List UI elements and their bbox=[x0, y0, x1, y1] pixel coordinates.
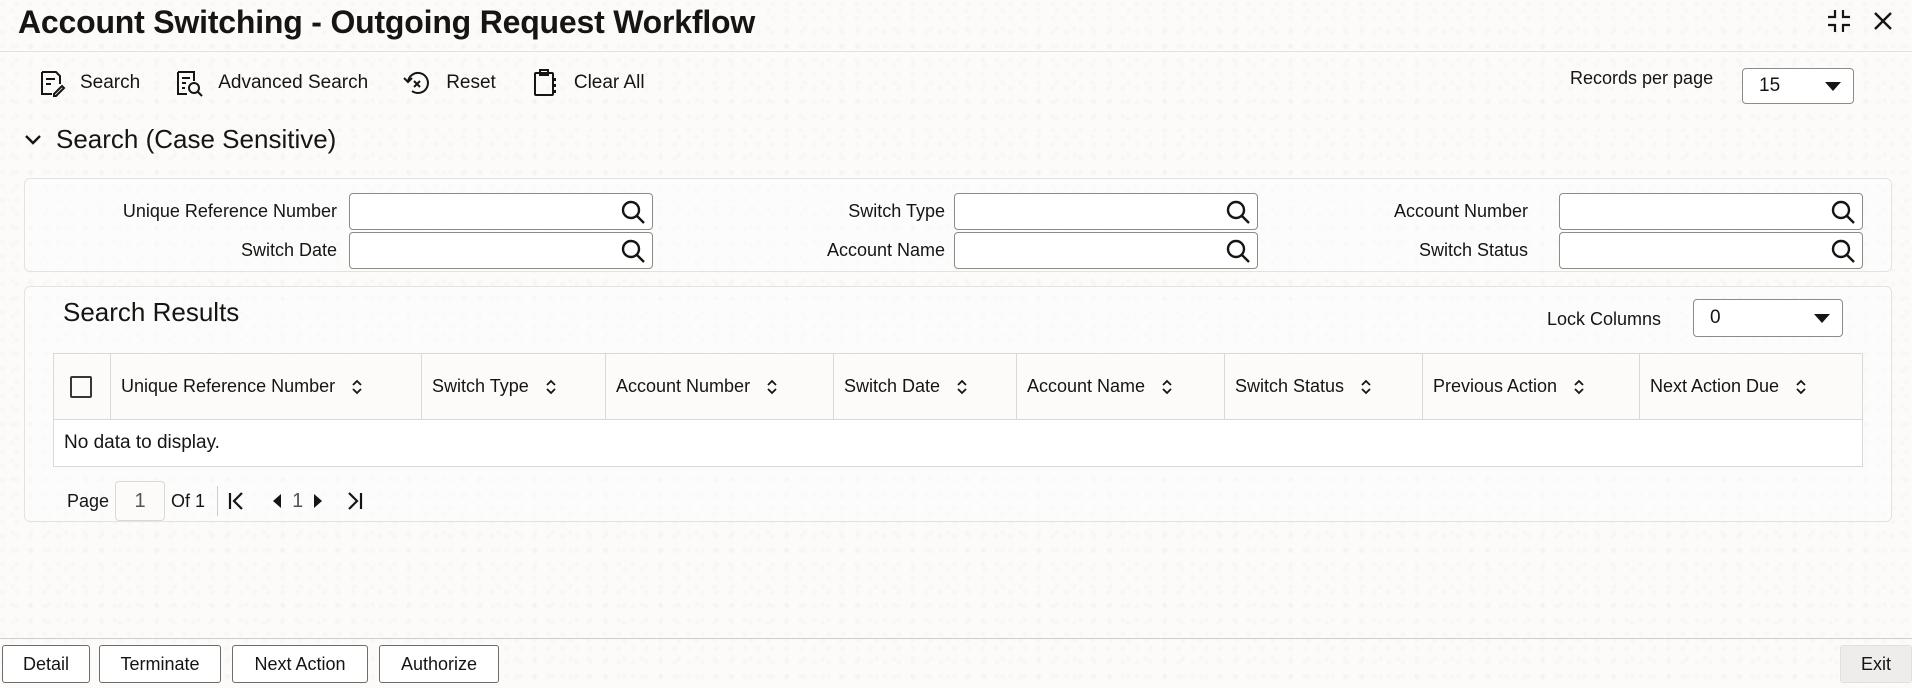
search-button-label: Search bbox=[80, 72, 141, 93]
search-button[interactable]: Search bbox=[36, 68, 140, 98]
search-results-title: Search Results bbox=[63, 297, 240, 327]
sort-icon[interactable] bbox=[1161, 378, 1173, 396]
reset-button[interactable]: Reset bbox=[402, 68, 496, 98]
search-icon[interactable] bbox=[1830, 199, 1856, 225]
page-label: Page bbox=[67, 490, 110, 511]
reset-icon bbox=[403, 72, 430, 94]
records-per-page-label: Records per page bbox=[1570, 68, 1714, 88]
select-all-checkbox[interactable] bbox=[70, 375, 92, 398]
column-header[interactable]: Switch Date bbox=[834, 354, 1017, 419]
previous-page-icon[interactable] bbox=[266, 490, 288, 512]
search-doc-icon bbox=[41, 71, 66, 97]
sort-icon[interactable] bbox=[766, 378, 778, 396]
column-header-label: Next Action Due bbox=[1650, 376, 1780, 396]
search-icon[interactable] bbox=[620, 238, 646, 264]
column-header[interactable]: Switch Status bbox=[1225, 354, 1423, 419]
column-header-label: Unique Reference Number bbox=[121, 376, 336, 396]
sort-icon[interactable] bbox=[351, 378, 363, 396]
toolbar: Search Advanced Search Reset Clear All bbox=[36, 64, 679, 102]
lock-columns-value: 0 bbox=[1710, 307, 1721, 328]
window-controls bbox=[1824, 6, 1898, 36]
lock-columns-select[interactable]: 0 bbox=[1693, 299, 1843, 337]
results-table: Unique Reference Number Switch Type Acco… bbox=[53, 353, 1863, 467]
switch-type-label: Switch Type bbox=[848, 201, 945, 221]
select-all-cell bbox=[54, 354, 111, 419]
column-header[interactable]: Account Name bbox=[1017, 354, 1225, 419]
column-header[interactable]: Previous Action bbox=[1423, 354, 1640, 419]
next-action-button[interactable]: Next Action bbox=[232, 645, 368, 683]
switch-type-field[interactable] bbox=[954, 193, 1258, 230]
empty-table-message: No data to display. bbox=[64, 432, 220, 453]
page-title: Account Switching - Outgoing Request Wor… bbox=[18, 4, 756, 40]
search-icon[interactable] bbox=[620, 199, 646, 225]
column-header-label: Switch Status bbox=[1235, 376, 1345, 396]
unique-reference-number-label: Unique Reference Number bbox=[122, 201, 337, 221]
column-header-label: Previous Action bbox=[1433, 376, 1558, 396]
search-section-toggle[interactable]: Search (Case Sensitive) bbox=[24, 124, 336, 155]
account-name-field[interactable] bbox=[954, 232, 1258, 269]
sort-icon[interactable] bbox=[1360, 378, 1372, 396]
unique-reference-number-field[interactable] bbox=[349, 193, 653, 230]
records-per-page-value: 15 bbox=[1759, 75, 1781, 96]
search-panel: Unique Reference Number Switch Type Acco… bbox=[24, 178, 1892, 272]
title-bar: Account Switching - Outgoing Request Wor… bbox=[0, 0, 1912, 52]
clipboard-icon bbox=[533, 69, 556, 96]
page-number-link[interactable]: 1 bbox=[292, 490, 303, 513]
column-header-label: Account Name bbox=[1027, 376, 1146, 396]
lock-columns-label: Lock Columns bbox=[1547, 309, 1662, 329]
column-header-label: Switch Type bbox=[432, 376, 529, 396]
clear-all-button[interactable]: Clear All bbox=[530, 68, 645, 98]
account-number-field[interactable] bbox=[1559, 193, 1863, 230]
search-section-title: Search (Case Sensitive) bbox=[56, 124, 337, 154]
pager-divider bbox=[217, 486, 219, 516]
column-header-label: Switch Date bbox=[844, 376, 941, 396]
switch-status-field[interactable] bbox=[1559, 232, 1863, 269]
exit-button[interactable]: Exit bbox=[1840, 645, 1912, 683]
column-header[interactable]: Next Action Due bbox=[1640, 354, 1862, 419]
pagination: Page 1 Of 1 1 bbox=[67, 481, 365, 521]
column-header[interactable]: Unique Reference Number bbox=[111, 354, 422, 419]
terminate-button[interactable]: Terminate bbox=[99, 645, 221, 683]
close-icon[interactable] bbox=[1868, 6, 1898, 36]
page-number-input[interactable]: 1 bbox=[115, 481, 166, 521]
advanced-search-button-label: Advanced Search bbox=[218, 72, 369, 93]
account-name-label: Account Name bbox=[826, 240, 945, 260]
table-header: Unique Reference Number Switch Type Acco… bbox=[54, 354, 1862, 420]
switch-status-label: Switch Status bbox=[1418, 240, 1528, 260]
column-header-label: Account Number bbox=[616, 376, 751, 396]
column-header[interactable]: Account Number bbox=[606, 354, 834, 419]
advanced-search-icon bbox=[177, 71, 203, 97]
records-per-page-select[interactable]: 15 bbox=[1742, 68, 1854, 104]
next-page-icon[interactable] bbox=[307, 490, 329, 512]
chevron-down-icon bbox=[25, 134, 41, 145]
sort-icon[interactable] bbox=[1573, 378, 1585, 396]
chevron-down-icon bbox=[1814, 314, 1830, 323]
sort-icon[interactable] bbox=[1795, 378, 1807, 396]
chevron-down-icon bbox=[1825, 82, 1841, 91]
switch-date-field[interactable] bbox=[349, 232, 653, 269]
detail-button[interactable]: Detail bbox=[2, 645, 90, 683]
last-page-icon[interactable] bbox=[343, 490, 365, 512]
page-count-label: Of 1 bbox=[171, 490, 206, 511]
reset-button-label: Reset bbox=[446, 72, 496, 93]
footer-bar: Detail Terminate Next Action Authorize E… bbox=[0, 638, 1912, 688]
clear-all-button-label: Clear All bbox=[573, 72, 645, 93]
search-results-panel: Search Results Lock Columns 0 Unique Ref… bbox=[24, 286, 1892, 522]
advanced-search-button[interactable]: Advanced Search bbox=[174, 68, 368, 98]
search-icon[interactable] bbox=[1830, 238, 1856, 264]
column-header[interactable]: Switch Type bbox=[422, 354, 606, 419]
sort-icon[interactable] bbox=[956, 378, 968, 396]
account-number-label: Account Number bbox=[1393, 201, 1528, 221]
sort-icon[interactable] bbox=[545, 378, 557, 396]
authorize-button[interactable]: Authorize bbox=[379, 645, 499, 683]
minimize-icon[interactable] bbox=[1824, 6, 1854, 36]
switch-date-label: Switch Date bbox=[240, 240, 337, 260]
first-page-icon[interactable] bbox=[226, 490, 248, 512]
